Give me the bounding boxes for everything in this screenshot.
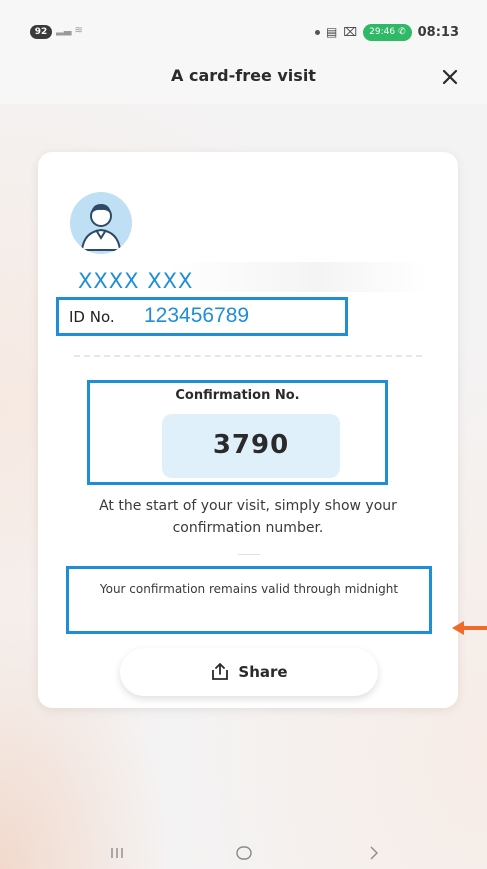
instruction-text: At the start of your visit, simply show …	[99, 498, 397, 536]
id-value: 123456789	[144, 304, 250, 327]
notification-icon: ▤	[325, 25, 338, 39]
recent-apps-button[interactable]	[97, 840, 137, 866]
back-icon	[370, 846, 378, 860]
visit-card: XXXX XXX ID No. 123456789 Confirmation N…	[38, 152, 458, 708]
call-timer: 29:46	[369, 27, 396, 37]
confirmation-number-panel: 3790	[162, 414, 340, 478]
divider-short	[238, 554, 260, 555]
user-avatar-icon	[70, 192, 132, 254]
confirmation-box: Confirmation No. 3790	[87, 380, 388, 485]
status-bar: 92 ▂▃ ≋ ▤ ⌧ 29:46 ✆ 08:13	[0, 0, 487, 60]
share-label: Share	[238, 663, 288, 681]
system-nav-bar	[0, 840, 487, 869]
confirmation-number: 3790	[212, 430, 290, 460]
id-label: ID No.	[69, 308, 115, 326]
annotation-arrow-icon	[452, 621, 487, 635]
battery-indicator: 92	[30, 25, 52, 39]
status-right: ▤ ⌧ 29:46 ✆ 08:13	[314, 22, 459, 42]
phone-icon: ✆	[398, 27, 406, 37]
screen-icon: ⌧	[343, 25, 358, 39]
share-button[interactable]: Share	[120, 648, 378, 696]
confirmation-label: Confirmation No.	[175, 388, 300, 403]
validity-box: Your confirmation remains valid through …	[66, 566, 432, 634]
back-button[interactable]	[354, 840, 394, 866]
notification-dot-icon	[314, 29, 320, 35]
signal-icon: ▂▃ ≋	[56, 25, 83, 36]
share-icon	[212, 663, 229, 680]
header: A card-free visit	[0, 60, 487, 104]
home-icon	[236, 846, 252, 860]
clock: 08:13	[417, 24, 459, 40]
recent-apps-icon	[111, 848, 123, 858]
user-name: XXXX XXX	[78, 269, 194, 293]
call-timer-badge[interactable]: 29:46 ✆	[363, 23, 412, 41]
close-button[interactable]	[435, 63, 465, 91]
validity-note: Your confirmation remains valid through …	[99, 582, 399, 596]
id-number-box: ID No. 123456789	[56, 297, 348, 336]
page-title: A card-free visit	[171, 66, 316, 85]
close-icon	[442, 69, 458, 85]
home-button[interactable]	[224, 840, 264, 866]
divider	[74, 355, 422, 357]
